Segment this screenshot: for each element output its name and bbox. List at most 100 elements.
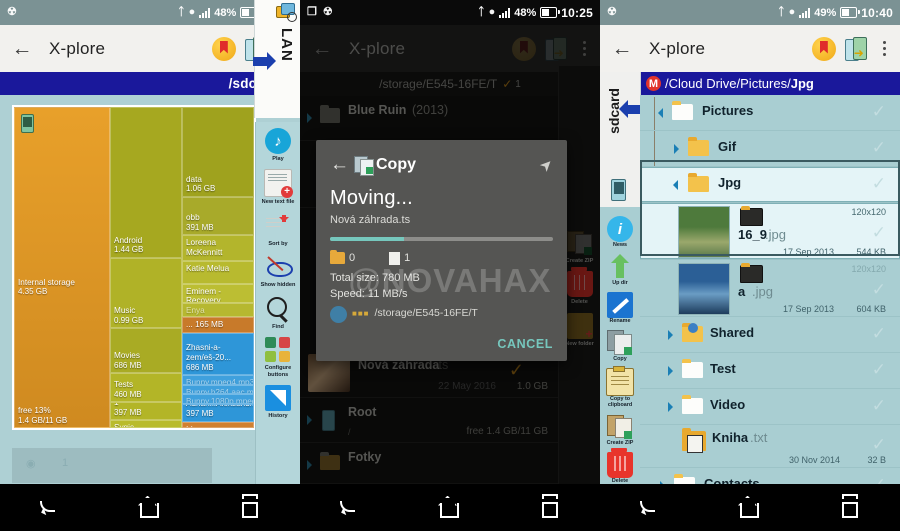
disk-map-canvas[interactable]: Internal storage 4.35 GB free 13% 1.4 GB… xyxy=(0,95,256,485)
tool-delete[interactable]: Delete xyxy=(600,447,640,485)
list-item[interactable]: Test ✓ xyxy=(640,353,900,389)
sdcard-tab[interactable]: sdcard xyxy=(600,72,642,207)
treemap-cell-zhasni[interactable]: Zhasni-a-zem/eš-20... 686 MB xyxy=(182,333,254,376)
list-item[interactable]: Shared ✓ xyxy=(640,317,900,353)
status-bar-2: ❐ ☢ ᛏ ● 48% 10:25 xyxy=(300,0,600,25)
treemap-cell-bunny-h264[interactable]: Bunny.h264.aac.m... xyxy=(182,384,254,395)
tool-find[interactable]: Find xyxy=(256,296,301,330)
nav-back-icon[interactable] xyxy=(340,498,360,518)
back-arrow-icon[interactable]: ← xyxy=(330,154,354,176)
check-icon[interactable]: ✓ xyxy=(872,102,886,122)
check-icon[interactable]: ✓ xyxy=(872,396,886,416)
tool-history[interactable]: History xyxy=(256,384,301,419)
document-icon xyxy=(687,435,703,453)
list-item[interactable]: 16_9 .jpg 120x120 ✓ 17 Sep 2013 544 KB xyxy=(640,203,900,260)
treemap-cell-maps[interactable]: Maps xyxy=(182,421,254,428)
treemap-cell-obb[interactable]: obb 391 MB xyxy=(182,196,254,236)
treemap-cell-movies[interactable]: Movies 686 MB xyxy=(110,328,182,374)
overflow-menu-icon[interactable] xyxy=(876,40,891,57)
collapse-triangle-icon[interactable] xyxy=(658,108,663,118)
system-nav-bar-3 xyxy=(600,484,900,531)
lan-tab[interactable]: LAN xyxy=(253,0,300,118)
back-arrow-icon[interactable]: ← xyxy=(609,36,635,62)
nav-back-icon[interactable] xyxy=(640,498,660,518)
check-icon[interactable]: ✓ xyxy=(872,280,886,300)
tool-configure-buttons[interactable]: Configure buttons xyxy=(256,337,301,378)
check-icon[interactable]: ✓ xyxy=(872,324,886,344)
delete-icon xyxy=(607,447,633,478)
check-icon[interactable]: ✓ xyxy=(872,475,886,484)
cell-label: Zhasni-a-zem/eš-20... xyxy=(186,343,232,362)
tool-copy-to-clipboard[interactable]: Copy to clipboard xyxy=(600,365,640,409)
tool-news[interactable]: i News xyxy=(600,216,640,249)
treemap-cell-one[interactable]: 1 397 MB xyxy=(110,402,182,420)
treemap-cell-android[interactable]: Android 1.44 GB xyxy=(110,107,182,258)
check-icon[interactable]: ✓ xyxy=(872,360,886,380)
treemap-cell-data[interactable]: data 1.06 GB xyxy=(182,107,254,197)
list-item[interactable]: Gif ✓ xyxy=(640,131,900,167)
treemap-cell-adrian[interactable]: Adrian.i.Aleksandr.-... 397 MB xyxy=(182,403,254,422)
play-music-icon xyxy=(265,128,291,154)
nav-back-icon[interactable] xyxy=(40,498,60,518)
item-name: Jpg xyxy=(718,175,742,190)
expand-triangle-icon[interactable] xyxy=(668,402,673,412)
favorites-icon[interactable] xyxy=(211,36,236,61)
nav-recents-icon[interactable] xyxy=(240,498,260,518)
treemap-cell-sygic[interactable]: Sygic xyxy=(110,419,182,428)
tool-create-zip[interactable]: Create ZIP xyxy=(600,414,640,447)
cell-label: Enya xyxy=(186,305,205,315)
path-bar-3[interactable]: M /Cloud Drive/Pictures/Jpg xyxy=(640,72,900,95)
check-icon[interactable]: ✓ xyxy=(872,174,886,194)
treemap-cell-katie[interactable]: Katie Melua xyxy=(182,261,254,284)
lan-tab-label: LAN xyxy=(278,28,295,62)
treemap-cell-enya[interactable]: Enya xyxy=(182,302,254,318)
check-icon[interactable]: ✓ xyxy=(872,435,886,455)
tool-sort-by[interactable]: Sort by xyxy=(256,213,301,247)
treemap-cell-music[interactable]: Music 0.99 GB xyxy=(110,257,182,329)
nav-recents-icon[interactable] xyxy=(540,498,560,518)
nav-home-icon[interactable] xyxy=(140,498,160,518)
list-item[interactable]: Contacts ✓ xyxy=(640,468,900,484)
image-file-icon xyxy=(740,263,763,283)
cell-value: 1.44 GB xyxy=(114,245,144,255)
check-icon[interactable]: ✓ xyxy=(872,138,886,158)
list-item[interactable]: Video ✓ xyxy=(640,389,900,425)
treemap-cell-internal-storage[interactable]: Internal storage 4.35 GB free 13% 1.4 GB… xyxy=(14,107,110,428)
panel-disk-map: ☢ ᛏ ● 48% 10:36 ← X-plore ➜ /sdcard xyxy=(0,0,300,531)
treemap-cell-bunny-mpeg4[interactable]: Bunny.mpeg4.mp3 xyxy=(182,375,254,385)
file-list-3[interactable]: Pictures ✓ Gif ✓ Jpg ✓ 16_9 .jpg 120x120… xyxy=(640,95,900,484)
treemap[interactable]: Internal storage 4.35 GB free 13% 1.4 GB… xyxy=(12,105,256,430)
list-item[interactable]: Jpg ✓ xyxy=(640,167,900,203)
treemap-cell-loreena[interactable]: Loreena McKennitt xyxy=(182,235,254,262)
progress-bar xyxy=(330,237,553,241)
tool-label: Show hidden xyxy=(260,282,296,289)
nav-recents-icon[interactable] xyxy=(840,498,860,518)
tool-rename[interactable]: Rename xyxy=(600,291,640,325)
treemap-cell-bunny-1080[interactable]: Bunny.1080p.mpeg xyxy=(182,394,254,404)
tool-new-text-file[interactable]: New text file xyxy=(256,169,301,205)
tool-copy[interactable]: Copy xyxy=(600,329,640,363)
back-arrow-icon[interactable]: ← xyxy=(9,36,35,62)
expand-triangle-icon[interactable] xyxy=(668,366,673,376)
expand-triangle-icon[interactable] xyxy=(674,144,679,154)
nav-home-icon[interactable] xyxy=(740,498,760,518)
zoom-out-icon[interactable]: ◉ xyxy=(26,457,36,470)
check-icon[interactable]: ✓ xyxy=(872,223,886,243)
collapse-triangle-icon[interactable] xyxy=(673,180,678,190)
favorites-icon[interactable] xyxy=(811,36,836,61)
tool-show-hidden[interactable]: Show hidden xyxy=(256,254,301,288)
nav-home-icon[interactable] xyxy=(440,498,460,518)
devices-icon[interactable]: ➜ xyxy=(844,36,867,61)
list-item[interactable]: Kniha .txt ✓ 30 Nov 2014 32 B xyxy=(640,425,900,468)
list-item[interactable]: a .jpg 120x120 ✓ 17 Sep 2013 604 KB xyxy=(640,260,900,317)
treemap-cell-music-other[interactable]: ... 165 MB xyxy=(182,317,254,334)
cancel-button[interactable]: CANCEL xyxy=(330,337,553,351)
item-name: Pictures xyxy=(702,103,754,118)
tool-up-dir[interactable]: Up dir xyxy=(600,253,640,287)
expand-triangle-icon[interactable] xyxy=(668,330,673,340)
treemap-cell-tests[interactable]: Tests 460 MB xyxy=(110,373,182,403)
treemap-cell-eminem[interactable]: Eminem - Recovery ... xyxy=(182,283,254,303)
right-sidebar-1: LAN Play New text file Sort by Show hidd… xyxy=(253,0,301,531)
tool-play[interactable]: Play xyxy=(256,128,301,162)
list-item[interactable]: Pictures ✓ xyxy=(640,95,900,131)
